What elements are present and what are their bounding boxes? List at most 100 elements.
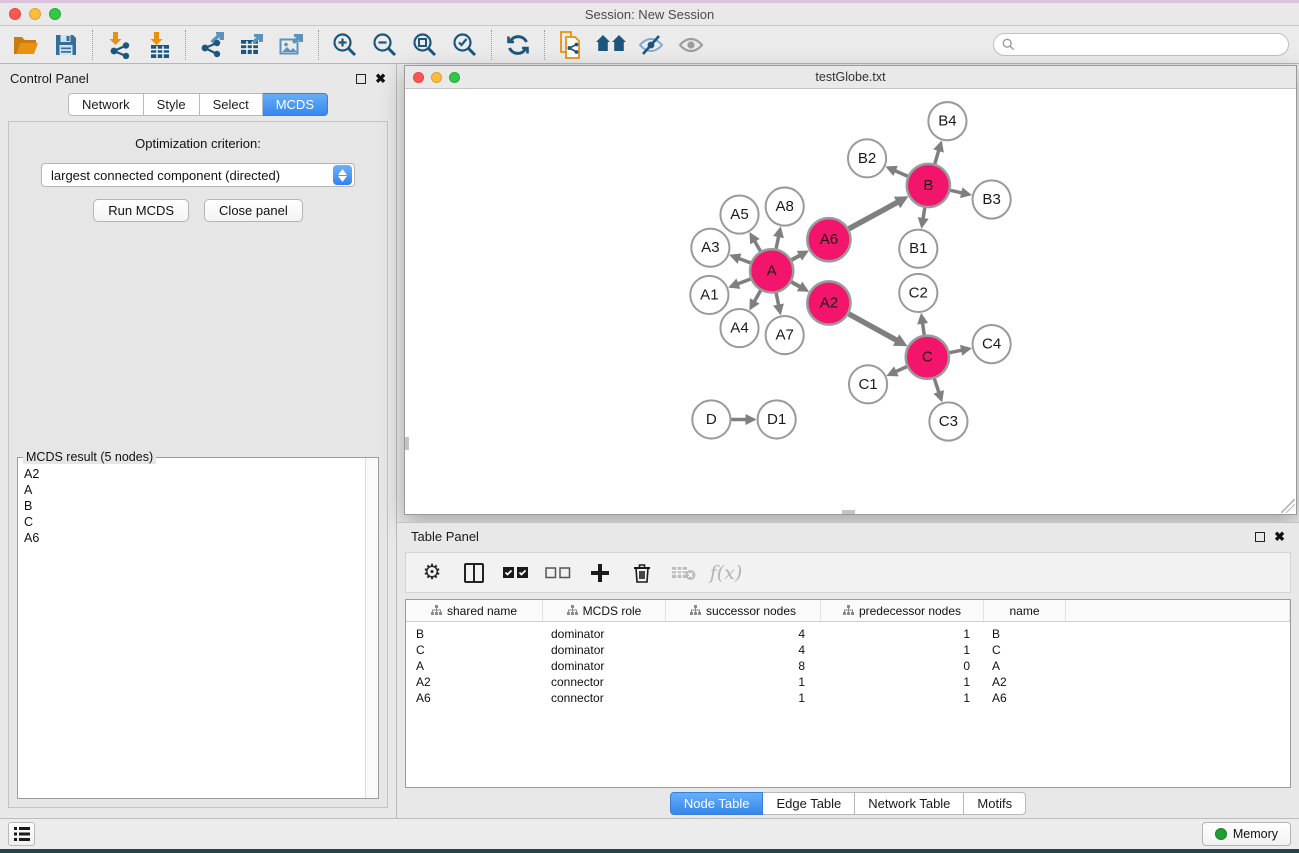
canvas-horizontal-scroll-nub[interactable]: [842, 510, 855, 514]
export-table-icon[interactable]: [232, 28, 272, 62]
cell-shared_name: A2: [406, 674, 543, 690]
cell-mcds_role: connector: [543, 690, 666, 706]
save-session-icon[interactable]: [46, 28, 86, 62]
split-panel-icon[interactable]: [460, 558, 488, 588]
close-panel-icon[interactable]: ✖: [375, 74, 386, 84]
table-row[interactable]: Bdominator41B: [406, 626, 1290, 642]
tab-network[interactable]: Network: [68, 93, 144, 116]
column-header-successor-nodes[interactable]: successor nodes: [666, 600, 821, 621]
mcds-result-item[interactable]: A2: [24, 466, 361, 482]
tab-node-table[interactable]: Node Table: [670, 792, 764, 815]
cell-predecessor_nodes: 1: [821, 642, 984, 658]
tab-motifs[interactable]: Motifs: [964, 792, 1026, 815]
network-desktop: testGlobe.txt B4B2BB3B1A5A8A6A3AA1A4A7A2…: [397, 64, 1299, 818]
cell-predecessor_nodes: 1: [821, 690, 984, 706]
table-settings-gear-icon[interactable]: ⚙: [418, 558, 446, 588]
tab-mcds[interactable]: MCDS: [263, 93, 328, 116]
mcds-result-item[interactable]: A6: [24, 530, 361, 546]
column-header-MCDS-role[interactable]: MCDS role: [543, 600, 666, 621]
table-panel-header: Table Panel ✖: [397, 523, 1299, 550]
table-row[interactable]: A2connector11A2: [406, 674, 1290, 690]
zoom-fit-icon[interactable]: [405, 28, 445, 62]
search-input[interactable]: [993, 33, 1289, 56]
table-body[interactable]: Bdominator41BCdominator41CAdominator80AA…: [406, 622, 1290, 706]
network-view-window: testGlobe.txt B4B2BB3B1A5A8A6A3AA1A4A7A2…: [404, 65, 1297, 515]
import-table-icon[interactable]: [139, 28, 179, 62]
graph-edge[interactable]: [776, 235, 779, 249]
graph-edge[interactable]: [754, 291, 761, 303]
column-type-icon: [690, 605, 701, 616]
mcds-result-list[interactable]: A2ABCA6: [18, 458, 365, 798]
graph-edge[interactable]: [949, 350, 963, 353]
graph-node-label: B3: [982, 191, 1000, 208]
float-panel-icon[interactable]: [356, 74, 366, 84]
zoom-selected-icon[interactable]: [445, 28, 485, 62]
graph-node-label: D1: [767, 411, 786, 428]
task-history-button[interactable]: [8, 822, 35, 846]
table-row[interactable]: A6connector11A6: [406, 690, 1290, 706]
graph-edge[interactable]: [738, 258, 751, 263]
export-image-icon[interactable]: [272, 28, 312, 62]
mcds-result-item[interactable]: C: [24, 514, 361, 530]
graph-node-label: D: [706, 411, 717, 428]
graph-edge[interactable]: [776, 293, 779, 307]
window-resize-grip[interactable]: [1281, 499, 1295, 513]
graph-edge[interactable]: [934, 379, 939, 394]
tab-network-table[interactable]: Network Table: [855, 792, 964, 815]
add-column-icon[interactable]: [586, 558, 614, 588]
mcds-result-item[interactable]: B: [24, 498, 361, 514]
refresh-layout-icon[interactable]: [498, 28, 538, 62]
table-row[interactable]: Cdominator41C: [406, 642, 1290, 658]
unselect-all-columns-icon[interactable]: [544, 558, 572, 588]
export-network-icon[interactable]: [192, 28, 232, 62]
graph-edge[interactable]: [737, 279, 751, 284]
selected-criterion-value: largest connected component (directed): [42, 168, 333, 183]
tab-select[interactable]: Select: [200, 93, 263, 116]
graph-edge[interactable]: [935, 149, 939, 164]
graph-node-label: B4: [938, 113, 956, 130]
float-table-panel-icon[interactable]: [1255, 532, 1265, 542]
node-table[interactable]: shared nameMCDS rolesuccessor nodesprede…: [405, 599, 1291, 788]
memory-button[interactable]: Memory: [1202, 822, 1291, 846]
tab-style[interactable]: Style: [144, 93, 200, 116]
hide-selected-eye-icon[interactable]: [631, 28, 671, 62]
column-header-shared-name[interactable]: shared name: [406, 600, 543, 621]
run-mcds-button[interactable]: Run MCDS: [93, 199, 189, 222]
select-all-columns-icon[interactable]: [502, 558, 530, 588]
column-header-name[interactable]: name: [984, 600, 1066, 621]
zoom-out-icon[interactable]: [365, 28, 405, 62]
graph-node-label: A7: [775, 327, 793, 344]
cell-successor_nodes: 4: [666, 642, 821, 658]
status-bar: Memory: [0, 818, 1299, 849]
cell-successor_nodes: 8: [666, 658, 821, 674]
mcds-tab-content: Optimization criterion: largest connecte…: [8, 121, 388, 808]
column-header-predecessor-nodes[interactable]: predecessor nodes: [821, 600, 984, 621]
graph-node-label: A3: [701, 239, 719, 256]
control-panel-tabs: NetworkStyleSelectMCDS: [0, 93, 396, 116]
mcds-result-title: MCDS result (5 nodes): [23, 450, 156, 464]
graph-edge[interactable]: [894, 170, 908, 176]
network-canvas[interactable]: B4B2BB3B1A5A8A6A3AA1A4A7A2C2CC4C1C3DD1: [405, 89, 1296, 514]
result-scrollbar[interactable]: [365, 458, 378, 798]
mcds-result-item[interactable]: A: [24, 482, 361, 498]
clone-network-icon[interactable]: [551, 28, 591, 62]
close-panel-button[interactable]: Close panel: [204, 199, 303, 222]
zoom-in-icon[interactable]: [325, 28, 365, 62]
graph-edge[interactable]: [849, 314, 898, 341]
import-network-icon[interactable]: [99, 28, 139, 62]
table-header-row[interactable]: shared nameMCDS rolesuccessor nodesprede…: [406, 600, 1290, 622]
open-session-icon[interactable]: [6, 28, 46, 62]
table-row[interactable]: Adominator80A: [406, 658, 1290, 674]
tab-edge-table[interactable]: Edge Table: [763, 792, 855, 815]
graph-edge[interactable]: [895, 367, 907, 373]
home-pair-icon[interactable]: [591, 28, 631, 62]
optimization-criterion-select[interactable]: largest connected component (directed): [41, 163, 355, 187]
graph-edge[interactable]: [849, 202, 899, 229]
function-builder-icon: f(x): [712, 558, 740, 588]
graph-edge-arrowhead: [933, 140, 944, 152]
network-window-titlebar[interactable]: testGlobe.txt: [405, 66, 1296, 89]
graph-node-label: C: [922, 349, 933, 366]
close-table-panel-icon[interactable]: ✖: [1274, 532, 1285, 542]
delete-column-trash-icon[interactable]: [628, 558, 656, 588]
canvas-vertical-scroll-nub[interactable]: [405, 437, 409, 450]
